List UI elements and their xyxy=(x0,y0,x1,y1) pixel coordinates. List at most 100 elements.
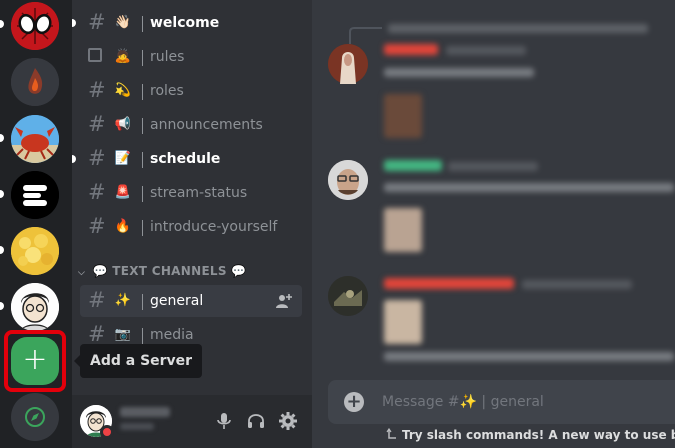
message-composer: + xyxy=(328,380,675,424)
channel-label: media xyxy=(150,327,194,343)
slash-commands-tip: Try slash commands! A new way to use bot… xyxy=(402,428,675,442)
blurred-reply-text xyxy=(388,24,648,33)
separator xyxy=(142,220,143,236)
channel-emoji: 📝 xyxy=(114,151,132,166)
blurred-username xyxy=(384,278,514,289)
blurred-message xyxy=(384,68,534,77)
hash-icon: # xyxy=(88,10,106,34)
explore-servers-button[interactable] xyxy=(11,393,59,441)
channel-emoji: 📷 xyxy=(114,327,132,342)
chat-area: + Try slash commands! A new way to use b… xyxy=(312,0,675,448)
hash-icon: # xyxy=(88,322,106,346)
add-server-tooltip: Add a Server xyxy=(73,344,203,378)
hash-icon: # xyxy=(88,180,106,204)
channel-announcements[interactable]: # 📢 announcements xyxy=(80,109,302,141)
channel-label: announcements xyxy=(150,117,263,133)
blurred-image xyxy=(384,94,422,138)
unread-indicator xyxy=(72,19,76,27)
message-avatar[interactable] xyxy=(328,44,368,84)
plus-icon: + xyxy=(22,342,48,377)
category-emoji: 💬 xyxy=(231,264,247,278)
hash-icon: # xyxy=(88,288,106,312)
hash-icon: # xyxy=(88,214,106,238)
channel-label: welcome xyxy=(150,15,220,31)
channel-emoji: 👋🏻 xyxy=(114,15,132,30)
blurred-username xyxy=(384,44,438,55)
channel-label: stream-status xyxy=(150,185,248,201)
channel-emoji: 📢 xyxy=(114,117,132,132)
separator xyxy=(142,84,143,100)
message-avatar[interactable] xyxy=(328,160,368,200)
separator xyxy=(142,328,143,344)
channel-emoji: 🔥 xyxy=(114,219,132,234)
channel-label: roles xyxy=(150,83,184,99)
reply-connector xyxy=(349,27,382,44)
dnd-status-badge xyxy=(100,425,114,439)
hash-icon: # xyxy=(88,146,106,170)
channel-schedule[interactable]: # 📝 schedule xyxy=(72,143,302,175)
compass-icon xyxy=(25,407,45,427)
server-unread-pill xyxy=(0,134,4,142)
channel-welcome[interactable]: # 👋🏻 welcome xyxy=(72,7,302,39)
server-icon-spider[interactable] xyxy=(11,2,59,50)
separator xyxy=(142,16,143,32)
channel-rules[interactable]: 🙇 rules xyxy=(80,41,302,73)
category-emoji: 💬 xyxy=(92,264,108,278)
blurred-image xyxy=(384,300,422,344)
add-member-icon[interactable] xyxy=(276,293,292,309)
headphones-icon[interactable] xyxy=(246,411,266,431)
blurred-timestamp xyxy=(446,46,526,55)
channel-introduce-yourself[interactable]: # 🔥 introduce-yourself xyxy=(80,211,302,243)
channel-general[interactable]: # ✨ general xyxy=(80,285,302,317)
attach-plus-button[interactable]: + xyxy=(344,392,364,412)
blurred-message xyxy=(384,183,674,192)
hash-icon: # xyxy=(88,112,106,136)
server-icon-z[interactable] xyxy=(11,171,59,219)
server-unread-pill xyxy=(0,190,4,198)
reply-arrow-icon xyxy=(386,428,396,439)
gear-icon[interactable] xyxy=(278,411,298,431)
separator xyxy=(142,152,143,168)
channel-emoji: 💫 xyxy=(114,83,132,98)
server-rail: + xyxy=(0,0,72,448)
channel-roles[interactable]: # 💫 roles xyxy=(80,75,302,107)
channel-label: general xyxy=(150,293,204,309)
chevron-down-icon: ⌵ xyxy=(78,268,86,278)
microphone-icon[interactable] xyxy=(214,411,234,431)
channel-label: schedule xyxy=(150,151,221,167)
channel-label: introduce-yourself xyxy=(150,219,278,235)
hash-icon: # xyxy=(88,78,106,102)
username-blurred xyxy=(120,407,170,417)
channel-emoji: 🚨 xyxy=(114,185,132,200)
message-avatar[interactable] xyxy=(328,276,368,316)
category-label: TEXT CHANNELS xyxy=(112,264,227,278)
user-tag-blurred xyxy=(120,423,154,430)
channel-stream-status[interactable]: # 🚨 stream-status xyxy=(80,177,302,209)
message-input[interactable] xyxy=(382,392,675,412)
server-unread-pill xyxy=(0,302,4,310)
separator xyxy=(142,118,143,134)
blurred-timestamp xyxy=(522,280,632,289)
add-server-button[interactable]: + xyxy=(11,337,59,385)
unread-indicator xyxy=(72,155,76,163)
separator xyxy=(142,50,143,66)
server-icon-food[interactable] xyxy=(11,227,59,275)
server-icon-crab[interactable] xyxy=(11,115,59,163)
blurred-timestamp xyxy=(448,162,538,171)
channel-label: rules xyxy=(150,49,185,65)
server-unread-pill xyxy=(0,20,4,28)
server-unread-pill xyxy=(0,246,4,254)
user-panel xyxy=(72,395,312,448)
separator xyxy=(142,294,143,310)
blurred-username xyxy=(384,160,442,171)
channel-emoji: 🙇 xyxy=(114,49,132,64)
server-icon-flame[interactable] xyxy=(11,58,59,106)
blurred-message xyxy=(384,352,674,361)
blurred-image xyxy=(384,208,422,252)
channel-sidebar: # 👋🏻 welcome 🙇 rules # 💫 roles # 📢 annou… xyxy=(72,0,312,448)
rules-icon xyxy=(88,48,102,62)
separator xyxy=(142,186,143,202)
category-text-channels[interactable]: ⌵ 💬 TEXT CHANNELS 💬 xyxy=(78,264,247,280)
channel-emoji: ✨ xyxy=(114,293,132,308)
server-icon-avatar[interactable] xyxy=(11,283,59,331)
